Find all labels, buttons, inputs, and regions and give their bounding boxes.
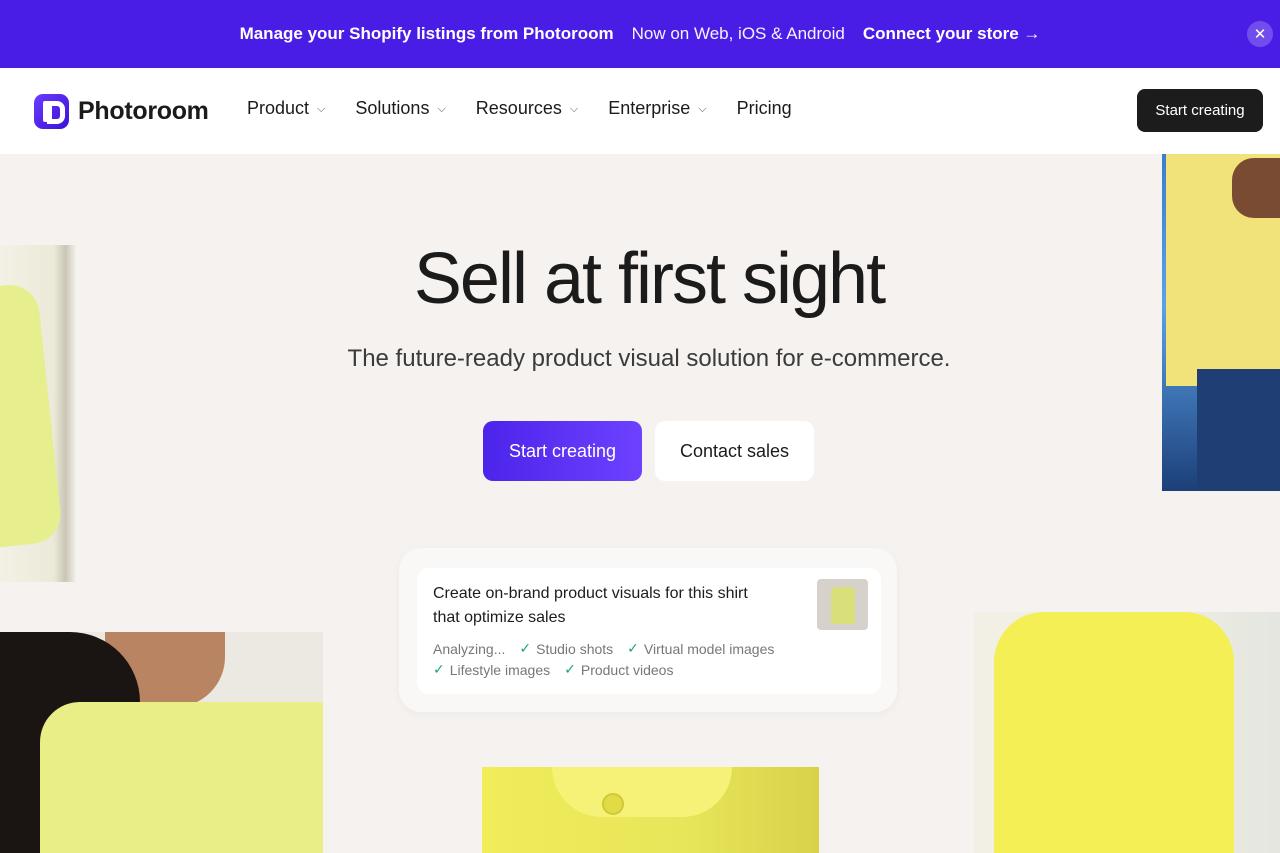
chevron-down-icon: ⌵ bbox=[569, 103, 579, 115]
logo-text: Photoroom bbox=[78, 97, 209, 125]
photoroom-logo-icon bbox=[34, 94, 69, 129]
nav-item-solutions[interactable]: Solutions ⌵ bbox=[355, 98, 445, 119]
nav-item-resources[interactable]: Resources ⌵ bbox=[476, 98, 578, 119]
shirt-product-photo bbox=[974, 612, 1280, 853]
shirt-button-shape bbox=[602, 793, 624, 815]
prompt-text: Create on-brand product visuals for this… bbox=[433, 585, 748, 626]
check-icon: ✓ bbox=[564, 661, 576, 677]
shirt-shape bbox=[40, 702, 323, 853]
connect-store-link[interactable]: Connect your store → bbox=[863, 24, 1041, 44]
site-header: Photoroom Product ⌵ Solutions ⌵ Resource… bbox=[0, 68, 1280, 154]
check-icon: ✓ bbox=[433, 661, 445, 677]
shirt-thumbnail bbox=[817, 579, 868, 630]
nav-item-label: Product bbox=[247, 98, 310, 118]
hero-title: Sell at first sight bbox=[413, 239, 886, 319]
status-step: ✓ Studio shots bbox=[519, 640, 613, 657]
prompt-card: Create on-brand product visuals for this… bbox=[417, 568, 881, 694]
nav-item-label: Resources bbox=[475, 98, 562, 118]
model-photo-studio bbox=[0, 632, 323, 853]
status-analyzing: Analyzing... bbox=[433, 640, 505, 657]
model-photo-outdoor bbox=[1162, 154, 1280, 491]
check-icon: ✓ bbox=[519, 640, 532, 656]
nav-item-label: Solutions bbox=[355, 98, 430, 118]
promo-platforms: Now on Web, iOS & Android bbox=[631, 24, 845, 43]
status-label: Virtual model images bbox=[643, 640, 775, 657]
thumbnail-shirt-shape bbox=[831, 587, 855, 624]
logo[interactable]: Photoroom bbox=[34, 94, 209, 129]
header-start-creating-button[interactable]: Start creating bbox=[1137, 89, 1263, 132]
status-step: ✓ Product videos bbox=[564, 661, 673, 678]
sleeve-shape bbox=[0, 282, 64, 548]
contact-sales-button[interactable]: Contact sales bbox=[655, 421, 814, 481]
promo-message: Manage your Shopify listings from Photor… bbox=[239, 24, 614, 43]
nav-item-label: Enterprise bbox=[608, 98, 691, 118]
status-step: ✓ Lifestyle images bbox=[433, 661, 550, 678]
close-icon[interactable]: ✕ bbox=[1247, 21, 1273, 47]
collar-shape bbox=[552, 767, 732, 817]
nav-item-product[interactable]: Product ⌵ bbox=[247, 98, 325, 119]
status-label: Analyzing... bbox=[433, 640, 506, 657]
chevron-down-icon: ⌵ bbox=[437, 103, 446, 115]
nav-item-label: Pricing bbox=[736, 98, 792, 118]
status-row: ✓ Lifestyle images ✓ Product videos bbox=[433, 661, 687, 678]
nav-item-enterprise[interactable]: Enterprise ⌵ bbox=[608, 98, 706, 119]
status-step: ✓ Virtual model images bbox=[627, 640, 774, 657]
check-icon: ✓ bbox=[627, 640, 639, 656]
status-label: Product videos bbox=[580, 661, 674, 678]
promo-banner: Manage your Shopify listings from Photor… bbox=[0, 0, 1280, 68]
status-row: Analyzing... ✓ Studio shots ✓ Virtual mo… bbox=[433, 640, 788, 657]
chevron-down-icon: ⌵ bbox=[698, 103, 707, 115]
hero-subtitle: The future-ready product visual solution… bbox=[347, 345, 951, 372]
jeans-shape bbox=[1197, 369, 1280, 491]
nav-item-pricing[interactable]: Pricing bbox=[737, 98, 792, 119]
head-shape bbox=[1232, 158, 1280, 218]
chevron-down-icon: ⌵ bbox=[317, 103, 326, 115]
start-creating-button[interactable]: Start creating bbox=[483, 421, 642, 481]
shirt-collar-photo bbox=[482, 767, 819, 853]
status-label: Studio shots bbox=[536, 640, 614, 657]
shirt-shape bbox=[994, 612, 1234, 853]
status-label: Lifestyle images bbox=[449, 661, 551, 678]
main-nav: Product ⌵ Solutions ⌵ Resources ⌵ Enterp… bbox=[247, 98, 822, 119]
